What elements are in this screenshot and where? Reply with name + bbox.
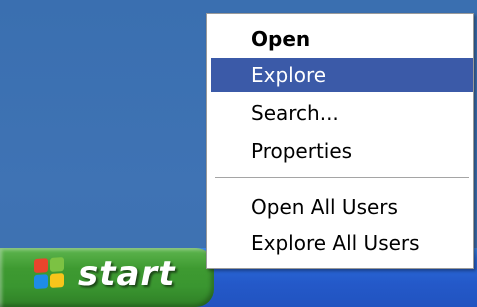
- menu-item-open[interactable]: Open: [211, 22, 473, 56]
- menu-item-properties[interactable]: Properties: [211, 134, 473, 168]
- menu-item-explore[interactable]: Explore: [211, 58, 473, 92]
- context-menu: Open Explore Search... Properties Open A…: [206, 13, 474, 269]
- menu-item-search[interactable]: Search...: [211, 96, 473, 130]
- menu-item-open-all-users[interactable]: Open All Users: [211, 190, 473, 224]
- start-label: start: [78, 254, 176, 294]
- menu-separator: [215, 177, 469, 179]
- windows-logo-icon: [34, 257, 66, 293]
- menu-item-explore-all-users[interactable]: Explore All Users: [211, 226, 473, 260]
- start-button[interactable]: start: [0, 248, 214, 307]
